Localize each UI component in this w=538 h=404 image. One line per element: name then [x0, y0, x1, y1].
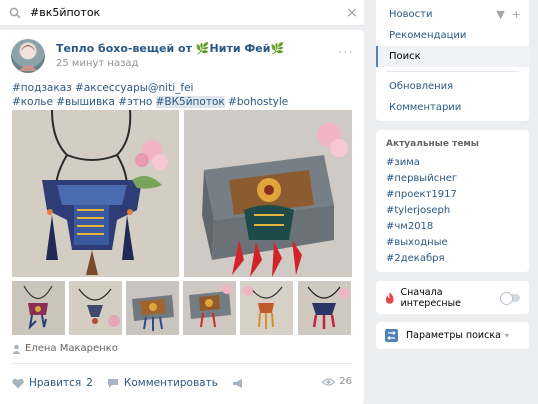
main-photos [12, 110, 352, 277]
trending-topics: Актуальные темы #зима #первыйснег #проек… [376, 130, 529, 272]
heart-icon [12, 378, 24, 388]
interesting-first-row: Сначала интересные [376, 281, 529, 314]
topic-link[interactable]: #чм2018 [386, 219, 519, 235]
menu-divider [386, 71, 519, 72]
thumbnail-photo[interactable] [12, 281, 65, 335]
add-icon[interactable]: + [512, 8, 521, 21]
photo-owner[interactable]: Елена Макаренко [12, 343, 118, 354]
topic-link[interactable]: #первыйснег [386, 171, 519, 187]
search-params-button[interactable]: Параметры поиска ▾ [376, 322, 529, 349]
post-header: Тепло бохо-вещей от 🌿Нити Фей🌿 25 минут … [11, 39, 356, 79]
thumbnail-strip [12, 281, 352, 335]
thumbnail-photo[interactable] [69, 281, 122, 335]
necklace-box-photo[interactable] [184, 110, 352, 277]
topic-link[interactable]: #2декабря [386, 251, 519, 267]
author-avatar[interactable] [11, 39, 45, 73]
settings-sliders-icon [385, 329, 398, 342]
search-input[interactable] [30, 6, 340, 19]
leaf-icon: 🌿 [195, 42, 210, 55]
more-options-icon[interactable]: ··· [338, 45, 354, 61]
search-icon [0, 7, 30, 19]
post-card: Тепло бохо-вещей от 🌿Нити Фей🌿 25 минут … [0, 30, 364, 404]
divider [12, 363, 352, 364]
topic-link[interactable]: #tylerjoseph [386, 203, 519, 219]
topic-link[interactable]: #выходные [386, 235, 519, 251]
views-counter: 26 [322, 376, 352, 387]
filter-icon[interactable]: ▼ [496, 8, 504, 21]
menu-item-updates[interactable]: Обновления [376, 76, 529, 97]
thumbnail-photo[interactable] [126, 281, 179, 335]
interesting-first-toggle[interactable] [499, 291, 520, 305]
feed-menu: Новости ▼ + Рекомендации Поиск Обновлени… [376, 0, 529, 121]
topics-title: Актуальные темы [386, 139, 479, 149]
thumbnail-photo[interactable] [183, 281, 236, 335]
post-text-line[interactable]: #подзаказ #аксессуары@niti_fei [12, 81, 352, 95]
like-button[interactable]: Нравится 2 [12, 377, 93, 389]
share-button[interactable] [232, 378, 244, 389]
topic-link[interactable]: #зима [386, 155, 519, 171]
comment-button[interactable]: Комментировать [107, 377, 218, 389]
megaphone-icon [232, 378, 242, 388]
thumbnail-photo[interactable] [298, 281, 351, 335]
comment-icon [107, 378, 118, 388]
topic-link[interactable]: #проект1917 [386, 187, 519, 203]
post-author-link[interactable]: Тепло бохо-вещей от 🌿Нити Фей🌿 [56, 42, 284, 55]
menu-item-recommendations[interactable]: Рекомендации [376, 25, 529, 46]
post-text-line: #колье #вышивка #этно #ВК5йпоток #bohost… [12, 96, 289, 108]
clear-search-icon[interactable]: × [340, 5, 364, 21]
post-text: #подзаказ #аксессуары@niti_fei #колье #в… [12, 81, 352, 109]
user-icon [12, 344, 21, 354]
thumbnail-photo[interactable] [240, 281, 293, 335]
post-time[interactable]: 25 минут назад [56, 58, 138, 69]
menu-item-comments[interactable]: Комментарии [376, 97, 529, 118]
search-bar: × [0, 0, 364, 26]
eye-icon [322, 377, 336, 386]
menu-item-news[interactable]: Новости ▼ + [376, 4, 529, 25]
post-actions: Нравится 2 Комментировать 26 [12, 375, 352, 391]
chevron-down-icon: ▾ [504, 331, 509, 340]
menu-item-search[interactable]: Поиск [376, 46, 529, 67]
leaf-icon: 🌿 [270, 42, 285, 55]
highlighted-hashtag[interactable]: #ВК5йпоток [155, 96, 225, 108]
fire-icon [385, 291, 394, 304]
necklace-photo[interactable] [12, 110, 179, 277]
